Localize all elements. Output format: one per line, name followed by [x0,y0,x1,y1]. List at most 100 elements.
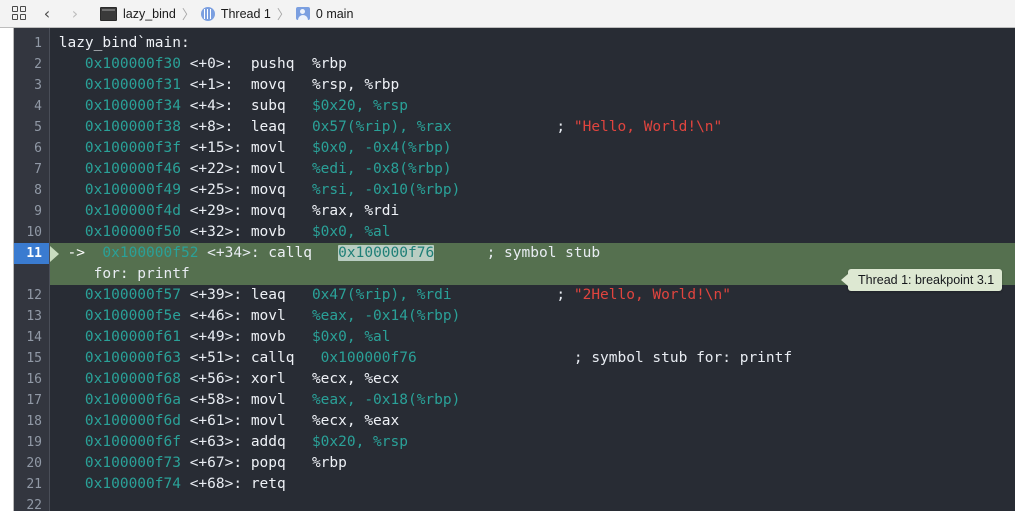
breadcrumb-item-thread[interactable]: Thread 1 [197,7,275,21]
breakpoint-tooltip: Thread 1: breakpoint 3.1 [848,269,1002,291]
line-number[interactable]: 8 [14,180,49,201]
panel-toggle-button[interactable] [6,3,32,25]
code-row[interactable]: 0x100000f46 <+22>: movl %edi, -0x8(%rbp) [50,159,1015,180]
line-number-gutter[interactable]: 1 2 3 4 5 6 7 8 9 10 11 12 13 14 15 16 1… [14,28,50,511]
code-row[interactable]: 0x100000f68 <+56>: xorl %ecx, %ecx [50,369,1015,390]
call-target-address[interactable]: 0x100000f76 [321,350,417,366]
line-number[interactable]: 17 [14,390,49,411]
forward-button[interactable]: › [62,3,88,25]
instruction-mnemonic: retq [251,476,286,492]
code-row[interactable]: 0x100000f6a <+58>: movl %eax, -0x18(%rbp… [50,390,1015,411]
code-row[interactable]: 0x100000f30 <+0>: pushq %rbp [50,54,1015,75]
instruction-mnemonic: addq [251,434,286,450]
instruction-mnemonic: callq [251,350,295,366]
line-number-current[interactable]: 11 [14,243,49,264]
instruction-address: 0x100000f30 [85,56,181,72]
instruction-operands: %rbp [312,56,347,72]
instruction-address: 0x100000f61 [85,329,181,345]
code-row[interactable]: 0x100000f61 <+49>: movb $0x0, %al [50,327,1015,348]
instruction-offset: <+25>: [190,182,242,198]
instruction-operands: %rax, %rdi [312,203,399,219]
instruction-address: 0x100000f6d [85,413,181,429]
breadcrumb-item-frame[interactable]: 0 main [292,7,358,21]
line-number[interactable]: 7 [14,159,49,180]
code-row-current[interactable]: -> 0x100000f52 <+34>: callq 0x100000f76 … [50,243,1015,264]
instruction-mnemonic: movq [251,77,286,93]
instruction-offset: <+67>: [190,455,242,471]
code-row[interactable]: 0x100000f6f <+63>: addq $0x20, %rsp [50,432,1015,453]
comment-semicolon: ; [574,350,583,366]
instruction-address: 0x100000f34 [85,98,181,114]
code-row[interactable]: 0x100000f31 <+1>: movq %rsp, %rbp [50,75,1015,96]
instruction-operands: %ecx, %eax [312,413,399,429]
line-number[interactable]: 5 [14,117,49,138]
line-number[interactable]: 10 [14,222,49,243]
code-row[interactable]: 0x100000f5e <+46>: movl %eax, -0x14(%rbp… [50,306,1015,327]
instruction-address: 0x100000f52 [102,245,198,261]
code-row[interactable]: 0x100000f38 <+8>: leaq 0x57(%rip), %rax … [50,117,1015,138]
line-number[interactable]: 20 [14,453,49,474]
line-number[interactable]: 3 [14,75,49,96]
comment-string: "Hello, World!\n" [574,119,722,135]
back-button[interactable]: ‹ [34,3,60,25]
comment-semicolon: ; [556,119,565,135]
code-row-blank[interactable] [50,495,1015,511]
instruction-address: 0x100000f38 [85,119,181,135]
code-row[interactable]: 0x100000f3f <+15>: movl $0x0, -0x4(%rbp) [50,138,1015,159]
instruction-address: 0x100000f5e [85,308,181,324]
code-row[interactable]: 0x100000f50 <+32>: movb $0x0, %al [50,222,1015,243]
instruction-mnemonic: movq [251,182,286,198]
code-row[interactable]: 0x100000f34 <+4>: subq $0x20, %rsp [50,96,1015,117]
instruction-mnemonic: movl [251,413,286,429]
code-row[interactable]: 0x100000f63 <+51>: callq 0x100000f76 ; s… [50,348,1015,369]
instruction-offset: <+8>: [190,119,234,135]
line-number[interactable]: 9 [14,201,49,222]
line-number[interactable]: 18 [14,411,49,432]
line-number[interactable]: 19 [14,432,49,453]
line-number[interactable]: 6 [14,138,49,159]
instruction-address: 0x100000f63 [85,350,181,366]
line-number[interactable]: 1 [14,33,49,54]
comment-text: symbol stub for: printf [591,350,792,366]
grid-icon [12,6,27,21]
breadcrumb-label-thread: Thread 1 [221,7,271,21]
instruction-offset: <+46>: [190,308,242,324]
line-number[interactable]: 21 [14,474,49,495]
disassembly-editor: 1 2 3 4 5 6 7 8 9 10 11 12 13 14 15 16 1… [0,28,1015,511]
instruction-address: 0x100000f68 [85,371,181,387]
function-label: lazy_bind`main: [59,35,190,51]
instruction-mnemonic: callq [268,245,312,261]
instruction-address: 0x100000f6f [85,434,181,450]
line-number[interactable]: 2 [14,54,49,75]
breadcrumb-label-frame: 0 main [316,7,354,21]
call-target-address[interactable]: 0x100000f76 [338,245,434,261]
code-row[interactable]: 0x100000f74 <+68>: retq [50,474,1015,495]
instruction-offset: <+32>: [190,224,242,240]
breakpoint-tooltip-text: Thread 1: breakpoint 3.1 [858,273,994,287]
line-number[interactable]: 13 [14,306,49,327]
instruction-address: 0x100000f6a [85,392,181,408]
code-row[interactable]: 0x100000f4d <+29>: movq %rax, %rdi [50,201,1015,222]
line-number[interactable]: 22 [14,495,49,511]
instruction-offset: <+15>: [190,140,242,156]
code-row-header: lazy_bind`main: [50,33,1015,54]
instruction-offset: <+4>: [190,98,234,114]
line-number[interactable]: 4 [14,96,49,117]
instruction-offset: <+68>: [190,476,242,492]
instruction-address: 0x100000f50 [85,224,181,240]
code-row[interactable]: 0x100000f6d <+61>: movl %ecx, %eax [50,411,1015,432]
instruction-operands: $0x20, %rsp [312,98,408,114]
line-number[interactable]: 15 [14,348,49,369]
instruction-offset: <+0>: [190,56,234,72]
line-number[interactable]: 14 [14,327,49,348]
code-row[interactable]: 0x100000f73 <+67>: popq %rbp [50,453,1015,474]
line-number[interactable]: 12 [14,285,49,306]
instruction-operands: %rsp, %rbp [312,77,399,93]
comment-continuation: for: printf [94,266,190,282]
breadcrumb-item-target[interactable]: lazy_bind [96,7,180,21]
instruction-address: 0x100000f74 [85,476,181,492]
instruction-operands: $0x0, -0x4(%rbp) [312,140,452,156]
line-number[interactable]: 16 [14,369,49,390]
breadcrumb: lazy_bind 〉 Thread 1 〉 0 main [96,4,357,23]
code-row[interactable]: 0x100000f49 <+25>: movq %rsi, -0x10(%rbp… [50,180,1015,201]
